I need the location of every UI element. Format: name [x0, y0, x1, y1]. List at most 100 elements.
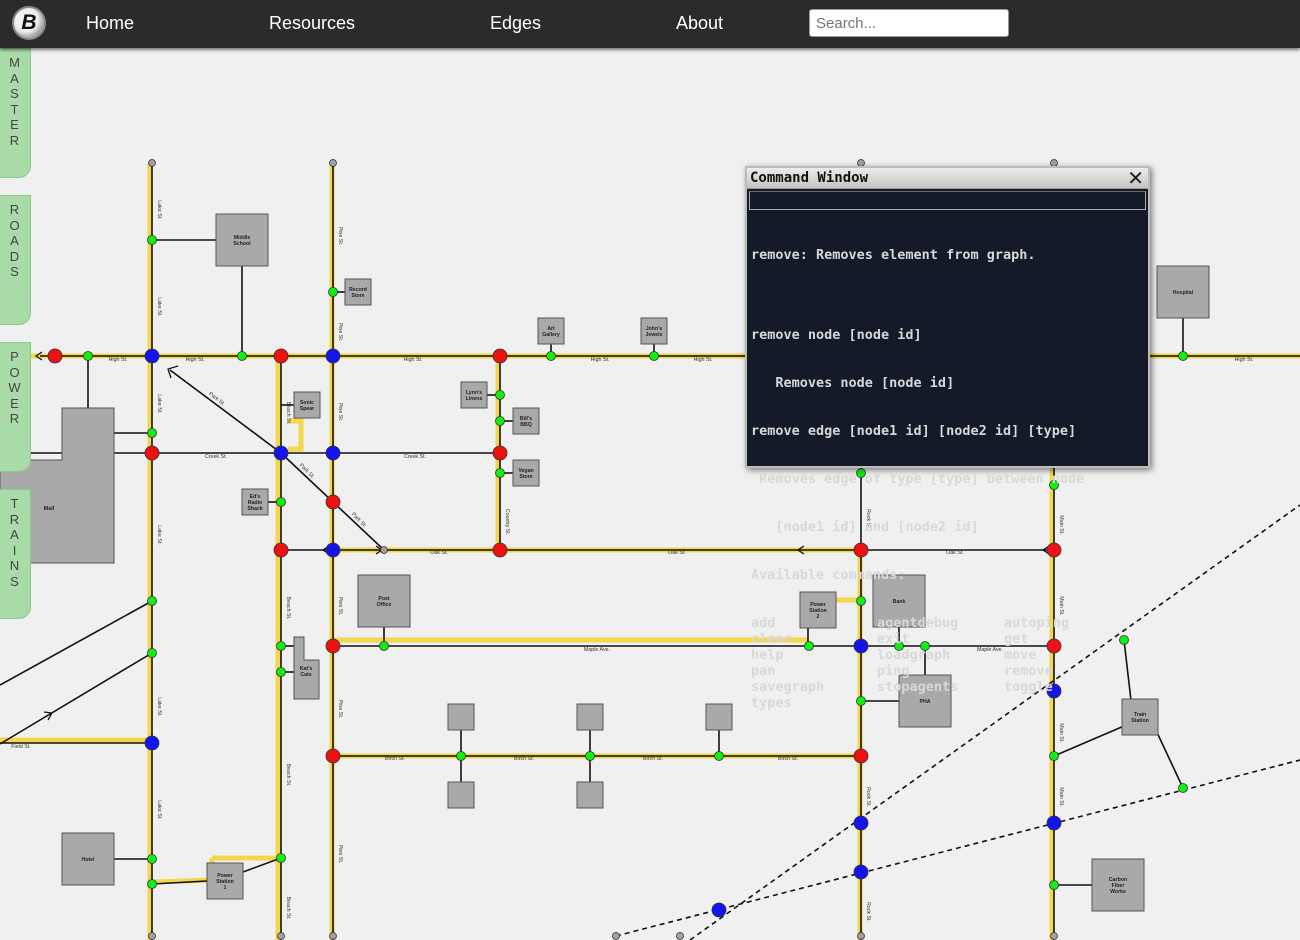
output-line: remove edge [node1 id] [node2 id] [type] — [751, 423, 1077, 439]
building: Power Station 1 — [206, 862, 244, 900]
street-label: Oak St. — [430, 550, 448, 556]
street-label: Pine St. — [337, 323, 343, 342]
building: Hotel — [61, 832, 115, 886]
green-node — [237, 351, 247, 361]
building-label-word: Linens — [466, 396, 483, 402]
green-node — [276, 641, 286, 651]
green-node — [83, 351, 93, 361]
green-node — [495, 468, 505, 478]
street-label: Creek St. — [404, 454, 426, 460]
nav-edges-link[interactable]: Edges — [490, 13, 541, 34]
street-label: Pine St. — [337, 597, 343, 616]
green-node — [495, 390, 505, 400]
street-label: High St. — [694, 357, 713, 363]
red-node — [273, 348, 289, 364]
tab-power[interactable]: POWER — [0, 342, 31, 472]
street-label: Lake St. — [156, 200, 162, 219]
red-node — [144, 445, 160, 461]
gray-node — [612, 932, 620, 940]
street-label: Rock St. — [865, 787, 871, 807]
green-node — [1049, 751, 1059, 761]
green-node — [495, 416, 505, 426]
building: Post Office — [357, 574, 411, 628]
street-label: Main St. — [1058, 787, 1064, 806]
building-label-word: Jewels — [645, 332, 662, 338]
building: Lynn's Linens — [460, 381, 488, 409]
street-label: Country St. — [504, 509, 510, 536]
building-label: Post Office — [377, 596, 392, 608]
street-label: High St. — [404, 357, 423, 363]
gray-node — [148, 932, 156, 940]
building-label-word: Works — [1110, 889, 1126, 895]
road-segment — [0, 652, 153, 745]
tab-trains[interactable]: TRAINS — [0, 489, 31, 619]
building: Middle School — [215, 213, 269, 267]
street-label: Lake St. — [156, 394, 162, 413]
green-node — [147, 596, 157, 606]
command-window[interactable]: Command Window ✕ remove: Removes element… — [745, 166, 1150, 711]
commands-list: add agentdebug autoping clear exit get help loa… — [751, 615, 1146, 711]
road-segment — [169, 369, 282, 454]
close-icon[interactable]: ✕ — [1127, 168, 1144, 188]
nav-resources-link[interactable]: Resources — [269, 13, 355, 34]
building-label: John's Jewels — [645, 326, 662, 338]
tab-roads-label: ROADS — [9, 202, 21, 279]
tab-master[interactable]: MASTER — [0, 48, 31, 178]
command-item: savegraph — [751, 679, 825, 695]
green-node — [147, 854, 157, 864]
red-node — [492, 348, 508, 364]
command-item: clear — [751, 631, 792, 647]
green-node — [147, 235, 157, 245]
command-item: add — [751, 615, 776, 631]
street-label: Pine St. — [337, 700, 343, 719]
green-node — [276, 853, 286, 863]
kats-cats-label-word: Cats — [300, 672, 311, 678]
building-label-word: School — [233, 241, 251, 247]
nav-home-link[interactable]: Home — [86, 13, 134, 34]
green-node — [1049, 880, 1059, 890]
red-node — [47, 348, 63, 364]
street-label: Lake St. — [156, 297, 162, 316]
red-node — [492, 445, 508, 461]
building — [576, 703, 604, 731]
output-line: Removes node [node id] — [751, 375, 955, 391]
gray-node — [380, 546, 388, 554]
building-label-word: Hotel — [82, 857, 96, 863]
command-window-titlebar[interactable]: Command Window ✕ — [747, 168, 1148, 189]
street-label: Birch St. — [514, 756, 534, 762]
green-node — [328, 287, 338, 297]
building-label-word: Office — [377, 602, 392, 608]
red-node — [325, 494, 341, 510]
output-line: Removes edge of type [type] between node — [751, 471, 1085, 487]
building-label-word: 1 — [224, 885, 227, 891]
street-label: Beach St. — [285, 402, 291, 425]
logo[interactable]: B — [12, 6, 46, 40]
building-box — [705, 703, 733, 731]
building-label: Middle School — [233, 235, 251, 247]
building: Ed's Radio Shack — [241, 488, 269, 516]
building-label-word: Shack — [247, 506, 262, 512]
street-label: Beach St. — [285, 764, 291, 787]
blue-node — [144, 735, 160, 751]
red-node — [325, 748, 341, 764]
building-label-word: Hospital — [1173, 290, 1194, 296]
green-node — [276, 667, 286, 677]
power-line — [288, 418, 304, 452]
building-label: Bill's BBQ — [520, 416, 532, 428]
tab-power-label: POWER — [8, 349, 22, 426]
search-input[interactable] — [809, 9, 1009, 37]
street-label: Pine St. — [337, 227, 343, 246]
command-item: agentdebug — [877, 615, 959, 631]
tab-roads[interactable]: ROADS — [0, 195, 31, 325]
street-label: Lake St. — [156, 525, 162, 544]
kats-cats-label: Kat's Cats — [300, 666, 313, 678]
command-input[interactable] — [749, 191, 1146, 210]
nav-about-link[interactable]: About — [676, 13, 723, 34]
building-box — [576, 703, 604, 731]
building-label: Record Store — [349, 287, 367, 299]
command-item: types — [751, 695, 792, 711]
building: Record Store — [344, 278, 372, 306]
street-label: Field St. — [11, 744, 30, 750]
building: Vegan Store — [512, 459, 540, 487]
blue-node — [1046, 815, 1062, 831]
